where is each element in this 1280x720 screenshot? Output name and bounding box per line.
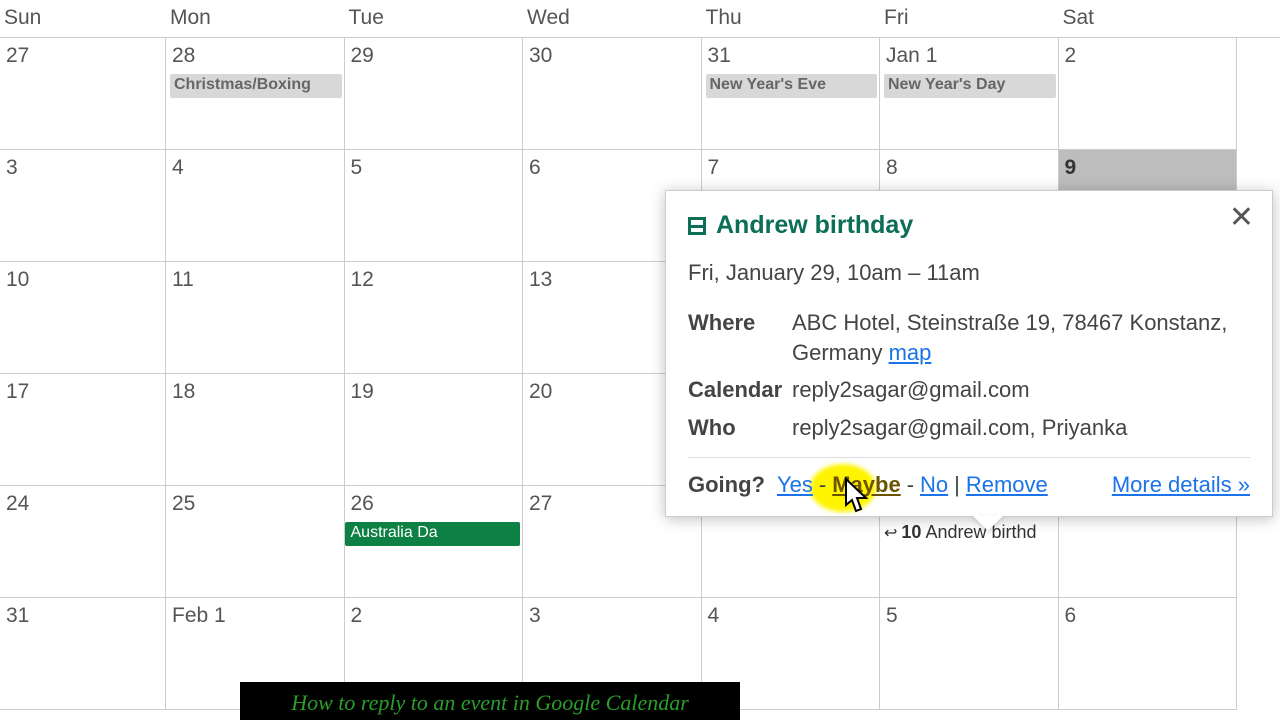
date-number: 5 (886, 604, 898, 628)
calendar-cell[interactable]: 18 (166, 374, 345, 486)
date-number: 13 (529, 268, 552, 292)
holiday-event[interactable]: New Year's Eve (706, 74, 878, 98)
date-number: 27 (529, 492, 552, 516)
calendar-cell[interactable]: 31 (0, 598, 166, 710)
where-value: ABC Hotel, Steinstraße 19, 78467 Konstan… (792, 308, 1250, 367)
date-number: 6 (529, 156, 541, 180)
date-number: Feb 1 (172, 604, 226, 628)
date-number: 2 (1065, 44, 1077, 68)
date-number: 29 (351, 44, 374, 68)
date-number: 30 (529, 44, 552, 68)
calendar-label: Calendar (688, 375, 792, 405)
calendar-cell[interactable]: 5 (345, 150, 524, 262)
date-number: 19 (351, 380, 374, 404)
day-header-sat: Sat (1059, 0, 1238, 37)
calendar-cell[interactable]: 4 (166, 150, 345, 262)
rsvp-yes[interactable]: Yes (775, 472, 815, 497)
calendar-cell[interactable]: 19 (345, 374, 524, 486)
date-number: 11 (172, 268, 194, 292)
calendar-cell[interactable]: 5 (880, 598, 1059, 710)
date-number: 2 (351, 604, 363, 628)
date-number: 8 (886, 156, 898, 180)
date-number: 17 (6, 380, 29, 404)
event-title[interactable]: Andrew birthday (716, 211, 913, 240)
day-header-sun: Sun (0, 0, 166, 37)
calendar-cell[interactable]: 31 New Year's Eve (702, 38, 881, 150)
event-datetime: Fri, January 29, 10am – 11am (688, 260, 1250, 286)
calendar-cell[interactable]: 17 (0, 374, 166, 486)
date-number: 10 (6, 268, 29, 292)
event-popup: ✕ Andrew birthday Fri, January 29, 10am … (665, 190, 1273, 517)
calendar-cell[interactable]: 12 (345, 262, 524, 374)
popup-pointer (972, 515, 1004, 531)
reply-icon: ↩ (884, 523, 897, 543)
calendar-cell[interactable]: 28 Christmas/Boxing (166, 38, 345, 150)
holiday-event[interactable]: Christmas/Boxing (170, 74, 342, 98)
day-header-wed: Wed (523, 0, 702, 37)
calendar-cell[interactable]: 2 (1059, 38, 1238, 150)
day-header-mon: Mon (166, 0, 345, 37)
going-label: Going? (688, 472, 765, 498)
calendar-cell[interactable]: 24 (0, 486, 166, 598)
date-number: 4 (172, 156, 184, 180)
calendar-cell[interactable]: 3 (0, 150, 166, 262)
calendar-cell[interactable]: 27 (0, 38, 166, 150)
rsvp-no[interactable]: No (918, 472, 950, 497)
date-number: 26 (351, 492, 374, 516)
map-link[interactable]: map (889, 340, 932, 365)
divider (688, 457, 1250, 458)
rsvp-maybe[interactable]: Maybe (830, 472, 902, 497)
date-number: Jan 1 (886, 44, 937, 68)
date-number: 9 (1065, 156, 1077, 180)
date-number: 27 (6, 44, 29, 68)
timed-event[interactable]: ↩10 Andrew birthd (884, 522, 1056, 543)
calendar-cell[interactable]: 25 (166, 486, 345, 598)
date-number: 3 (529, 604, 541, 628)
allday-event[interactable]: Australia Da (345, 522, 521, 546)
date-number: 5 (351, 156, 363, 180)
date-number: 25 (172, 492, 195, 516)
date-number: 24 (6, 492, 29, 516)
date-number: 31 (6, 604, 29, 628)
where-label: Where (688, 308, 792, 367)
day-header-fri: Fri (880, 0, 1059, 37)
date-number: 4 (708, 604, 720, 628)
calendar-icon (688, 217, 706, 235)
date-number: 28 (172, 44, 195, 68)
who-value: reply2sagar@gmail.com, Priyanka (792, 413, 1250, 443)
holiday-event[interactable]: New Year's Day (884, 74, 1056, 98)
date-number: 12 (351, 268, 374, 292)
calendar-cell[interactable]: 30 (523, 38, 702, 150)
day-header-thu: Thu (702, 0, 881, 37)
date-number: 3 (6, 156, 18, 180)
calendar-cell[interactable]: 11 (166, 262, 345, 374)
date-number: 31 (708, 44, 731, 68)
day-header-tue: Tue (345, 0, 524, 37)
rsvp-remove[interactable]: Remove (964, 472, 1050, 497)
day-header-row: Sun Mon Tue Wed Thu Fri Sat (0, 0, 1280, 38)
calendar-cell[interactable]: Jan 1 New Year's Day (880, 38, 1059, 150)
more-details-link[interactable]: More details » (1112, 472, 1250, 498)
calendar-cell[interactable]: 29 (345, 38, 524, 150)
calendar-cell[interactable]: 6 (1059, 598, 1238, 710)
date-number: 20 (529, 380, 552, 404)
who-label: Who (688, 413, 792, 443)
calendar-cell[interactable]: 10 (0, 262, 166, 374)
video-caption: How to reply to an event in Google Calen… (240, 682, 740, 720)
calendar-value: reply2sagar@gmail.com (792, 375, 1250, 405)
close-icon[interactable]: ✕ (1229, 203, 1254, 233)
date-number: 18 (172, 380, 195, 404)
date-number: 6 (1065, 604, 1077, 628)
date-number: 7 (708, 156, 720, 180)
calendar-cell[interactable]: 26 Australia Da (345, 486, 524, 598)
